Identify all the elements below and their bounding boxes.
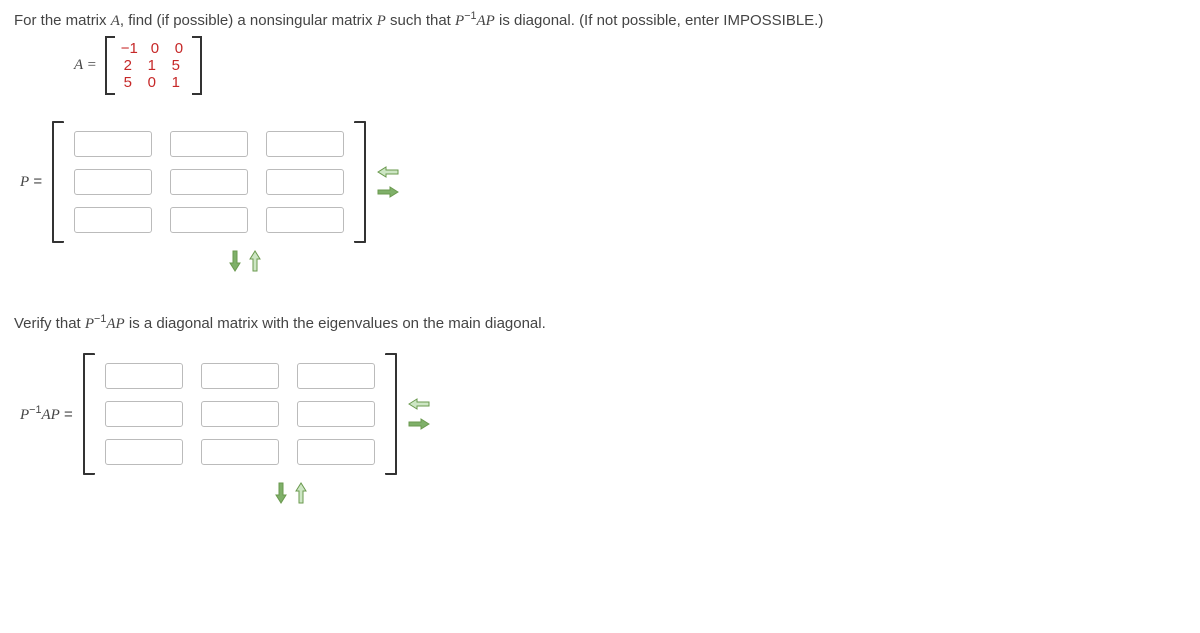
bracket-left (52, 121, 64, 243)
matrix-input[interactable] (105, 439, 183, 465)
input-row (105, 363, 375, 389)
bracket-right (385, 353, 397, 475)
matrix-row: 2 1 5 (121, 57, 186, 74)
matrix-cell: 1 (145, 57, 159, 74)
matrix-input[interactable] (170, 131, 248, 157)
matrix-input[interactable] (105, 363, 183, 389)
text: For the matrix (14, 12, 111, 29)
matrix-input[interactable] (266, 169, 344, 195)
matrix-input[interactable] (201, 439, 279, 465)
remove-row-icon[interactable] (294, 481, 308, 505)
matrix-A-body: −1 0 0 2 1 5 5 0 1 (115, 36, 192, 95)
input-row (105, 439, 375, 465)
PAP-label: P−1AP = (20, 404, 73, 424)
P-matrix (52, 121, 366, 243)
bracket-left (105, 36, 115, 95)
bracket-right (354, 121, 366, 243)
var-P: P (85, 316, 94, 332)
matrix-input[interactable] (74, 207, 152, 233)
matrix-input[interactable] (266, 131, 344, 157)
text: Verify that (14, 315, 85, 332)
var-A: A (111, 13, 120, 29)
column-arrows (407, 397, 431, 431)
matrix-input[interactable] (105, 401, 183, 427)
row-arrows (48, 249, 1186, 273)
matrix-input[interactable] (74, 131, 152, 157)
text: , find (if possible) a nonsingular matri… (120, 12, 377, 29)
expr-AP: AP (477, 13, 495, 29)
var-P: P (20, 407, 29, 423)
bracket-left (83, 353, 95, 475)
matrix-input[interactable] (201, 363, 279, 389)
eq: = (29, 173, 42, 190)
column-arrows (376, 165, 400, 199)
row-arrows (94, 481, 1186, 505)
matrix-cell: 0 (148, 40, 162, 57)
matrix-input[interactable] (74, 169, 152, 195)
input-row (74, 169, 344, 195)
problem-statement: For the matrix A, find (if possible) a n… (14, 10, 1186, 30)
matrix-cell: 2 (121, 57, 135, 74)
remove-column-icon[interactable] (407, 397, 431, 411)
exp: −1 (29, 404, 41, 416)
matrix-A-label: A = (74, 57, 97, 74)
input-row (74, 207, 344, 233)
PAP-matrix (83, 353, 397, 475)
matrix-cell: 5 (121, 74, 135, 91)
P-input-grid (64, 121, 354, 243)
add-column-icon[interactable] (407, 417, 431, 431)
add-row-icon[interactable] (274, 481, 288, 505)
matrix-input[interactable] (297, 439, 375, 465)
matrix-input[interactable] (297, 401, 375, 427)
matrix-cell: 1 (169, 74, 183, 91)
matrix-input[interactable] (170, 169, 248, 195)
matrix-cell: 5 (169, 57, 183, 74)
P-label: P = (20, 173, 42, 191)
PAP-input-grid (95, 353, 385, 475)
text: is a diagonal matrix with the eigenvalue… (125, 315, 546, 332)
expr-exp: −1 (464, 10, 476, 22)
add-column-icon[interactable] (376, 185, 400, 199)
text: is diagonal. (If not possible, enter IMP… (495, 12, 824, 29)
matrix-input[interactable] (266, 207, 344, 233)
text: such that (386, 12, 455, 29)
verify-statement: Verify that P−1AP is a diagonal matrix w… (14, 313, 1186, 333)
matrix-input[interactable] (170, 207, 248, 233)
matrix-row: −1 0 0 (121, 40, 186, 57)
add-row-icon[interactable] (228, 249, 242, 273)
matrix-cell: 0 (145, 74, 159, 91)
input-row (74, 131, 344, 157)
P-answer-block: P = (20, 121, 1186, 243)
expr-P: P (455, 13, 464, 29)
var-AP: AP (41, 407, 59, 423)
bracket-right (192, 36, 202, 95)
remove-column-icon[interactable] (376, 165, 400, 179)
matrix-A: −1 0 0 2 1 5 5 0 1 (105, 36, 202, 95)
eq: = (60, 406, 73, 423)
matrix-row: 5 0 1 (121, 74, 186, 91)
remove-row-icon[interactable] (248, 249, 262, 273)
matrix-A-definition: A = −1 0 0 2 1 5 5 0 1 (74, 36, 1186, 95)
matrix-input[interactable] (297, 363, 375, 389)
matrix-cell: −1 (121, 40, 138, 57)
input-row (105, 401, 375, 427)
matrix-cell: 0 (172, 40, 186, 57)
var-P: P (377, 13, 386, 29)
exp: −1 (94, 313, 106, 325)
var-AP: AP (106, 316, 124, 332)
PAP-answer-block: P−1AP = (20, 353, 1186, 475)
matrix-input[interactable] (201, 401, 279, 427)
var-P: P (20, 174, 29, 190)
